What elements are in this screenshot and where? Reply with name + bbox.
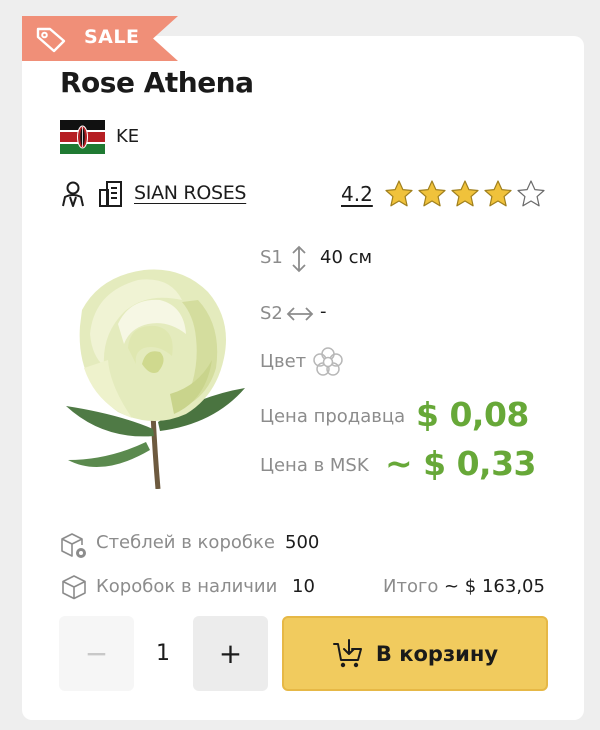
sale-label: SALE bbox=[84, 26, 140, 48]
star-empty-icon bbox=[517, 180, 545, 207]
seller-price: $ 0,08 bbox=[416, 395, 529, 434]
add-to-cart-label: В корзину bbox=[375, 641, 499, 666]
boxes-value: 10 bbox=[292, 576, 315, 597]
total-label: Итого bbox=[383, 576, 439, 597]
quantity-increase-button[interactable]: + bbox=[193, 616, 268, 691]
rating-value[interactable]: 4.2 bbox=[341, 182, 373, 206]
stems-label: Стеблей в коробке bbox=[96, 532, 275, 553]
star-icon bbox=[418, 180, 446, 207]
box-icon bbox=[62, 575, 86, 600]
rating-stars bbox=[384, 179, 546, 209]
add-to-cart-button[interactable]: В корзину bbox=[282, 616, 548, 691]
tag-icon bbox=[36, 27, 66, 53]
total-value: ~ $ 163,05 bbox=[444, 576, 545, 597]
star-icon bbox=[385, 180, 413, 207]
person-icon bbox=[62, 181, 84, 207]
seller-link[interactable]: SIAN ROSES bbox=[134, 182, 247, 204]
country-code: KE bbox=[116, 126, 140, 147]
s2-value: - bbox=[320, 301, 327, 322]
quantity-decrease-button[interactable]: − bbox=[59, 616, 134, 691]
stems-value: 500 bbox=[285, 532, 320, 553]
horizontal-arrows-icon bbox=[286, 307, 314, 321]
document-icon bbox=[99, 181, 122, 207]
kenya-flag bbox=[60, 120, 105, 154]
stems-box-icon bbox=[61, 533, 86, 558]
s2-label: S2 bbox=[260, 303, 283, 324]
seller-price-label: Цена продавца bbox=[260, 406, 406, 427]
vertical-arrows-icon bbox=[292, 245, 306, 273]
msk-price-label: Цена в MSK bbox=[260, 455, 369, 476]
quantity-value[interactable]: 1 bbox=[134, 616, 192, 691]
flower-icon bbox=[313, 347, 343, 376]
star-icon bbox=[484, 180, 512, 207]
msk-price: ~ $ 0,33 bbox=[385, 444, 537, 483]
s1-label: S1 bbox=[260, 247, 283, 268]
s1-value: 40 см bbox=[320, 247, 373, 268]
product-title[interactable]: Rose Athena bbox=[60, 66, 254, 99]
cart-icon bbox=[332, 638, 362, 667]
color-label: Цвет bbox=[260, 351, 307, 372]
boxes-label: Коробок в наличии bbox=[96, 576, 278, 597]
star-icon bbox=[451, 180, 479, 207]
rose-image[interactable] bbox=[58, 264, 248, 489]
